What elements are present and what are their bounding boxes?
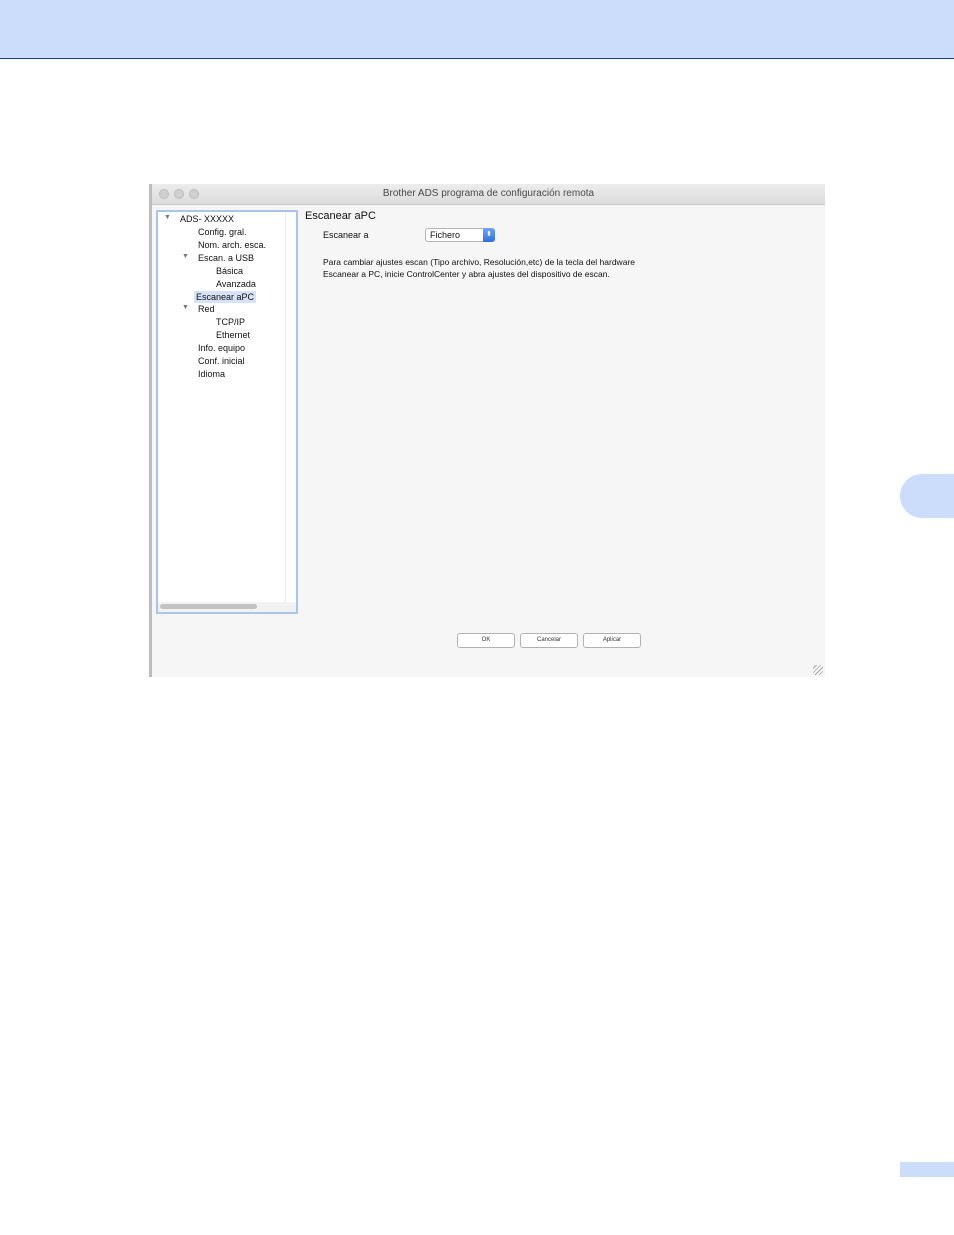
- info-line-2: Escanear a PC, inicie ControlCenter y ab…: [323, 268, 610, 279]
- ok-button[interactable]: OK: [457, 633, 515, 648]
- scrollbar-thumb[interactable]: [160, 604, 257, 609]
- scan-to-label: Escanear a: [323, 230, 369, 240]
- page-header-band: [0, 0, 954, 59]
- disclosure-triangle-icon[interactable]: ▼: [164, 212, 171, 224]
- tree-item-ethernet[interactable]: Ethernet: [214, 329, 252, 341]
- tree-item-nom-arch[interactable]: Nom. arch. esca.: [196, 239, 268, 251]
- tree-item-escan-usb[interactable]: Escan. a USB: [196, 252, 256, 264]
- section-title: Escanear aPC: [305, 210, 376, 222]
- scan-to-select[interactable]: Fichero ⬍: [425, 228, 495, 242]
- settings-tree[interactable]: ▼ ADS- XXXXX Config. gral. Nom. arch. es…: [156, 210, 298, 614]
- disclosure-triangle-icon[interactable]: ▼: [182, 251, 189, 263]
- tree-item-avanzada[interactable]: Avanzada: [214, 278, 258, 290]
- resize-grip-icon[interactable]: [813, 665, 823, 675]
- tree-item-conf-inicial[interactable]: Conf. inicial: [196, 355, 247, 367]
- tree-divider: [285, 212, 286, 602]
- tree-horizontal-scrollbar[interactable]: [158, 602, 296, 612]
- tree-item-tcpip[interactable]: TCP/IP: [214, 316, 247, 328]
- page-number-tab: [900, 1162, 954, 1177]
- tree-item-escanear-apc[interactable]: Escanear aPC: [194, 291, 257, 303]
- info-line-1: Para cambiar ajustes escan (Tipo archivo…: [323, 257, 635, 267]
- tree-item-info-equipo[interactable]: Info. equipo: [196, 342, 247, 354]
- window-title: Brother ADS programa de configuración re…: [382, 188, 595, 199]
- apply-button[interactable]: Aplicar: [583, 633, 641, 648]
- tree-item-idioma[interactable]: Idioma: [196, 368, 227, 380]
- disclosure-triangle-icon[interactable]: ▼: [182, 302, 189, 314]
- tree-item-basica[interactable]: Básica: [214, 265, 245, 277]
- tree-item-red[interactable]: Red: [196, 303, 217, 315]
- updown-arrows-icon: ⬍: [483, 228, 495, 242]
- config-window: Brother ADS programa de configuración re…: [149, 184, 825, 677]
- tree-item-root[interactable]: ADS- XXXXX: [178, 213, 236, 225]
- info-text: Para cambiar ajustes escan (Tipo archivo…: [323, 257, 635, 280]
- scan-to-value: Fichero: [430, 230, 461, 240]
- cancel-button[interactable]: Cancelar: [520, 633, 578, 648]
- window-titlebar[interactable]: Brother ADS programa de configuración re…: [152, 184, 825, 205]
- tree-item-config-gral[interactable]: Config. gral.: [196, 226, 249, 238]
- chapter-side-tab: [900, 474, 954, 518]
